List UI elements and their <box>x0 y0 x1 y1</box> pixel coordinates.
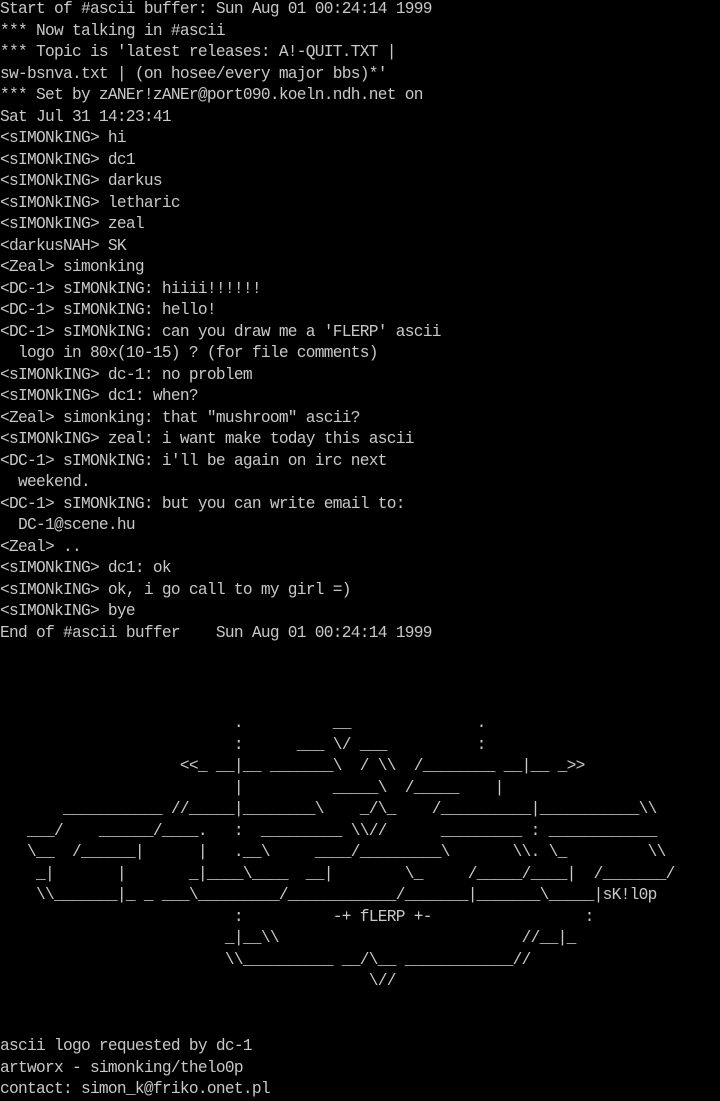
buffer-line: <DC-1> sIMONkING: hiiii!!!!!! <box>0 279 262 298</box>
buffer-line: <sIMONkING> hi <box>0 129 127 147</box>
buffer-line: *** Set by zANEr!zANEr@port090.koeln.ndh… <box>0 86 423 104</box>
credits-artworx-line: artworx - simonking/thelo0p <box>0 1058 244 1077</box>
ascii-logo-line: ___________ //_____|________\ _/\_ /____… <box>0 800 657 818</box>
credits-contact-line: contact: simon_k@friko.onet.pl <box>0 1080 271 1098</box>
buffer-line: <DC-1> sIMONkING: i'll be again on irc n… <box>0 451 387 470</box>
buffer-line: <Zeal> .. <box>0 537 82 556</box>
buffer-line: <sIMONkING> ok, i go call to my girl =) <box>0 580 352 599</box>
buffer-line: <sIMONkING> bye <box>0 602 136 620</box>
buffer-line: DC-1@scene.hu <box>0 516 136 534</box>
ascii-logo-line: | _____\ /_____ | <box>0 778 505 797</box>
buffer-line: <Zeal> simonking <box>0 258 145 276</box>
buffer-line: <sIMONkING> darkus <box>0 172 163 190</box>
buffer-line: Start of #ascii buffer: Sun Aug 01 00:24… <box>0 0 432 18</box>
terminal-screen: Start of #ascii buffer: Sun Aug 01 00:24… <box>0 0 720 1101</box>
buffer-line: <darkusNAH> SK <box>0 236 127 255</box>
buffer-line: <sIMONkING> zeal: i want make today this… <box>0 430 414 448</box>
ascii-logo-line: _|__\\ //__|_ <box>0 929 577 947</box>
buffer-line: *** Now talking in #ascii <box>0 21 226 40</box>
buffer-line: <DC-1> sIMONkING: hello! <box>0 301 217 319</box>
ascii-logo-line: . __ . <box>0 714 487 732</box>
buffer-line: <sIMONkING> dc1: ok <box>0 559 172 577</box>
buffer-line: logo in 80x(10-15) ? (for file comments) <box>0 344 379 362</box>
ascii-logo-line: ___/ ______/____. : _________ \\// _____… <box>0 821 657 840</box>
buffer-line: <sIMONkING> dc1: when? <box>0 387 199 405</box>
ascii-logo-title-line: : -+ fLERP +- : <box>0 907 595 926</box>
buffer-line: End of #ascii buffer Sun Aug 01 00:24:14… <box>0 623 432 642</box>
buffer-line: <DC-1> sIMONkING: can you draw me a 'FLE… <box>0 322 441 341</box>
buffer-line: <Zeal> simonking: that "mushroom" ascii? <box>0 408 360 427</box>
buffer-line: <DC-1> sIMONkING: but you can write emai… <box>0 494 405 513</box>
ascii-logo-line: : ___ \/ ___ : <box>0 735 487 754</box>
ascii-logo-line: \__ /______| | .__\ ____/_________\ \\. … <box>0 843 666 861</box>
buffer-line: sw-bsnva.txt | (on hosee/every major bbs… <box>0 64 387 83</box>
ascii-logo-line: \\_______|_ _ ___\_________/____________… <box>0 886 657 904</box>
buffer-line: <sIMONkING> dc-1: no problem <box>0 365 253 384</box>
ascii-logo-line: \\__________ __/\__ ____________// <box>0 950 532 969</box>
buffer-line: Sat Jul 31 14:23:41 <box>0 107 172 126</box>
buffer-line: weekend. <box>0 473 91 491</box>
buffer-line: *** Topic is 'latest releases: A!-QUIT.T… <box>0 43 396 61</box>
buffer-line: <sIMONkING> dc1 <box>0 150 136 169</box>
buffer-line: <sIMONkING> zeal <box>0 215 145 233</box>
credits-request-line: ascii logo requested by dc-1 <box>0 1037 253 1055</box>
ascii-logo-line: <<_ __|__ _______\ / \\ /________ __|__ … <box>0 757 585 775</box>
ascii-logo-line: _| | _|____\____ __| \_ /_____/____| /__… <box>0 864 675 883</box>
buffer-line: <sIMONkING> letharic <box>0 193 181 212</box>
ascii-logo-line: \// <box>0 972 397 990</box>
